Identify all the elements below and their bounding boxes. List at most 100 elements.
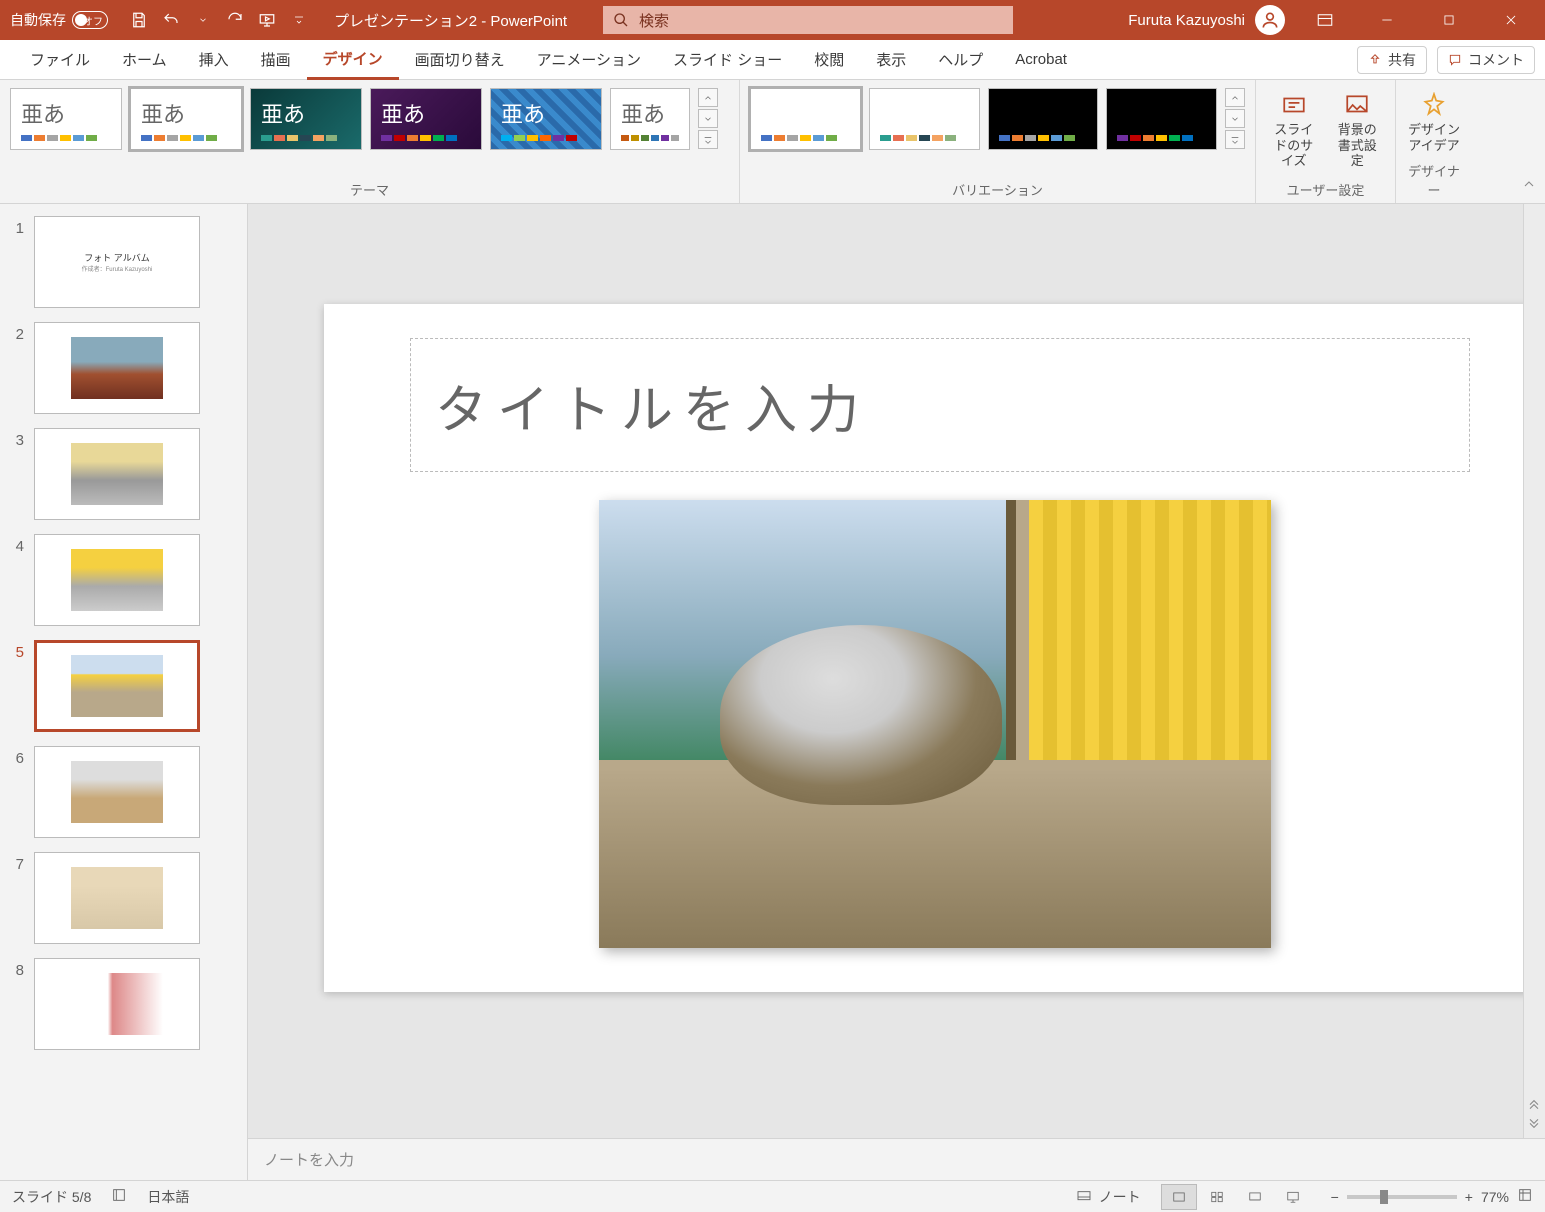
status-bar: スライド 5/8 日本語 ノート − + 77% [0,1180,1545,1212]
tab-home[interactable]: ホーム [106,40,183,80]
slide-canvas[interactable]: タイトルを入力 [324,304,1545,992]
user-name: Furuta Kazuyoshi [1128,12,1245,29]
slide-thumb-7[interactable]: 7 [8,852,239,944]
slide-thumb-5[interactable]: 5 [8,640,239,732]
autosave-state: オフ [72,11,108,29]
designer-group-label: デザイナー [1406,157,1462,199]
zoom-slider[interactable] [1347,1195,1457,1199]
autosave-label: 自動保存 [10,10,66,30]
theme-current[interactable]: 亜あ [130,88,242,150]
slide-thumb-4[interactable]: 4 [8,534,239,626]
zoom-percent[interactable]: 77% [1481,1189,1509,1205]
collapse-ribbon-icon[interactable] [1521,176,1537,197]
thumb-image-icon [71,761,163,823]
search-icon [613,12,629,28]
vertical-scrollbar[interactable] [1523,204,1545,1138]
search-placeholder: 検索 [639,10,669,31]
theme-office[interactable]: 亜あ [10,88,122,150]
variation-2[interactable] [869,88,980,150]
themes-scroll-down[interactable] [698,109,718,128]
thumb-image-icon [71,973,163,1035]
tab-review[interactable]: 校閲 [798,40,860,80]
variations-gallery-scroll [1225,88,1245,149]
zoom-controls: − + 77% [1331,1187,1533,1206]
tab-help[interactable]: ヘルプ [922,40,999,80]
slideshow-view-button[interactable] [1275,1184,1311,1210]
main-area: 1 フォト アルバム作成者：Furuta Kazuyoshi 2 3 4 5 6… [0,204,1545,1180]
title-placeholder[interactable]: タイトルを入力 [410,338,1470,472]
notes-toggle-button[interactable]: ノート [1075,1187,1141,1207]
fit-to-window-button[interactable] [1517,1187,1533,1206]
search-box[interactable]: 検索 [603,6,1013,34]
maximize-button[interactable] [1421,0,1477,40]
save-icon[interactable] [130,11,148,29]
qat-customize-icon[interactable] [290,11,308,29]
ribbon-content: 亜あ 亜あ 亜あ 亜あ 亜あ 亜あ テーマ バリエーション [0,80,1545,204]
comments-button[interactable]: コメント [1437,46,1535,74]
close-button[interactable] [1483,0,1539,40]
slide-editor[interactable]: タイトルを入力 [248,204,1545,1138]
slide-image[interactable] [599,500,1271,948]
design-ideas-button[interactable]: デザインアイデア [1406,88,1462,157]
group-variations: バリエーション [740,80,1256,203]
theme-ion[interactable]: 亜あ [250,88,362,150]
ribbon-display-options-icon[interactable] [1297,0,1353,40]
editor-wrap: タイトルを入力 ノートを入力 [248,204,1545,1180]
variation-1[interactable] [750,88,861,150]
slideshow-from-start-icon[interactable] [258,11,276,29]
background-format-button[interactable]: 背景の書式設定 [1330,88,1386,173]
slide-sorter-view-button[interactable] [1199,1184,1235,1210]
zoom-in-button[interactable]: + [1465,1189,1473,1205]
tab-draw[interactable]: 描画 [245,40,307,80]
redo-icon[interactable] [226,11,244,29]
autosave-toggle[interactable]: 自動保存 オフ [10,10,108,30]
share-button[interactable]: 共有 [1357,46,1427,74]
themes-gallery-scroll [698,88,718,149]
tab-transitions[interactable]: 画面切り替え [399,40,521,80]
zoom-out-button[interactable]: − [1331,1189,1339,1205]
slide-thumb-6[interactable]: 6 [8,746,239,838]
tab-slideshow[interactable]: スライド ショー [657,40,798,80]
slide-size-button[interactable]: スライドのサイズ [1266,88,1322,173]
slide-thumb-8[interactable]: 8 [8,958,239,1050]
ribbon-tabs: ファイル ホーム 挿入 描画 デザイン 画面切り替え アニメーション スライド … [0,40,1545,80]
reading-view-button[interactable] [1237,1184,1273,1210]
variations-scroll-down[interactable] [1225,109,1245,128]
minimize-button[interactable] [1359,0,1415,40]
themes-scroll-up[interactable] [698,88,718,107]
theme-gallery[interactable]: 亜あ [370,88,482,150]
thumb-image-icon [71,337,163,399]
next-slide-icon[interactable] [1526,1116,1542,1132]
slide-thumbnail-panel[interactable]: 1 フォト アルバム作成者：Furuta Kazuyoshi 2 3 4 5 6… [0,204,248,1180]
variations-group-label: バリエーション [750,176,1245,199]
thumb-image-icon [71,549,163,611]
slide-counter[interactable]: スライド 5/8 [12,1187,91,1207]
tab-file[interactable]: ファイル [14,40,106,80]
slide-thumb-2[interactable]: 2 [8,322,239,414]
variation-4[interactable] [1106,88,1217,150]
avatar-icon [1255,5,1285,35]
tab-animations[interactable]: アニメーション [521,40,657,80]
theme-organic[interactable]: 亜あ [610,88,690,150]
account-info[interactable]: Furuta Kazuyoshi [1128,5,1285,35]
slide-thumb-1[interactable]: 1 フォト アルバム作成者：Furuta Kazuyoshi [8,216,239,308]
variation-3[interactable] [988,88,1099,150]
undo-dropdown-icon[interactable] [194,11,212,29]
normal-view-button[interactable] [1161,1184,1197,1210]
variations-scroll-up[interactable] [1225,88,1245,107]
language-indicator[interactable]: 日本語 [147,1187,189,1207]
notes-pane[interactable]: ノートを入力 [248,1138,1545,1180]
tab-insert[interactable]: 挿入 [183,40,245,80]
variations-expand[interactable] [1225,130,1245,149]
themes-expand[interactable] [698,130,718,149]
tab-design[interactable]: デザイン [307,40,399,80]
accessibility-icon[interactable] [111,1187,127,1206]
undo-icon[interactable] [162,11,180,29]
tab-view[interactable]: 表示 [860,40,922,80]
tab-acrobat[interactable]: Acrobat [999,40,1083,80]
prev-slide-icon[interactable] [1526,1096,1542,1112]
theme-integral[interactable]: 亜あ [490,88,602,150]
slide-thumb-3[interactable]: 3 [8,428,239,520]
view-buttons [1161,1184,1311,1210]
group-user-settings: スライドのサイズ 背景の書式設定 ユーザー設定 [1256,80,1396,203]
